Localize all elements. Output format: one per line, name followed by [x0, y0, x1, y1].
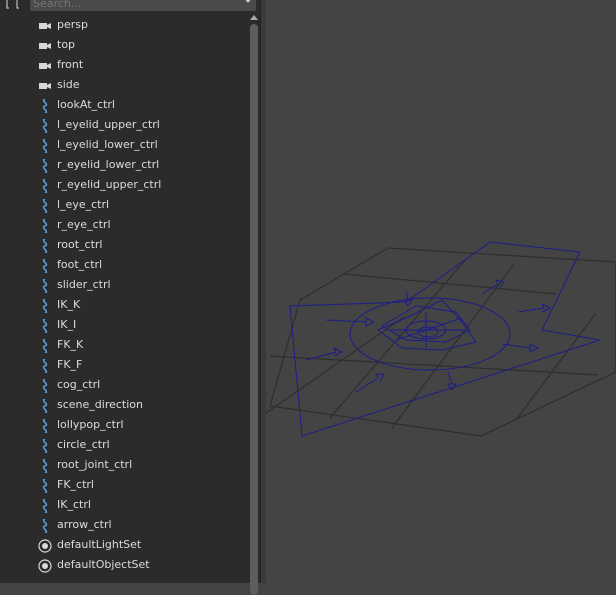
outliner-item[interactable]: slider_ctrl — [0, 275, 248, 295]
outliner-item-label: root_joint_ctrl — [57, 458, 133, 471]
outliner-item[interactable]: l_eyelid_lower_ctrl — [0, 135, 248, 155]
outliner-item[interactable]: r_eye_ctrl — [0, 215, 248, 235]
outliner-item[interactable]: l_eye_ctrl — [0, 195, 248, 215]
curve-icon — [38, 238, 52, 254]
camera-icon — [38, 38, 52, 52]
outliner-item-label: root_ctrl — [57, 238, 103, 251]
outliner-item[interactable]: defaultLightSet — [0, 535, 248, 555]
scrollbar[interactable] — [248, 12, 260, 595]
curve-icon — [38, 338, 52, 354]
outliner-item-label: defaultLightSet — [57, 538, 142, 551]
search-bar — [0, 0, 260, 12]
curve-icon — [38, 198, 52, 214]
outliner-item-label: slider_ctrl — [57, 278, 111, 291]
outliner-item[interactable]: IK_ctrl — [0, 495, 248, 515]
outliner-item[interactable]: arrow_ctrl — [0, 515, 248, 535]
outliner-item-label: r_eyelid_lower_ctrl — [57, 158, 160, 171]
scroll-thumb[interactable] — [250, 24, 258, 595]
chevron-down-icon[interactable] — [244, 0, 252, 3]
outliner-item-label: circle_ctrl — [57, 438, 110, 451]
outliner-item[interactable]: r_eyelid_upper_ctrl — [0, 175, 248, 195]
curve-icon — [38, 458, 52, 474]
outliner-item[interactable]: root_ctrl — [0, 235, 248, 255]
outliner-item[interactable]: root_joint_ctrl — [0, 455, 248, 475]
outliner-item[interactable]: FK_K — [0, 335, 248, 355]
outliner-list: persp top front side lookAt_ctrl l_eyelid_upp… — [0, 15, 248, 575]
outliner-item-label: side — [57, 78, 80, 91]
curve-icon — [38, 358, 52, 374]
outliner-item-label: l_eyelid_upper_ctrl — [57, 118, 160, 131]
outliner-item-label: FK_K — [57, 338, 84, 351]
viewport-canvas[interactable] — [266, 0, 616, 583]
filter-icon[interactable] — [6, 0, 20, 10]
outliner-item[interactable]: cog_ctrl — [0, 375, 248, 395]
outliner-item[interactable]: FK_F — [0, 355, 248, 375]
outliner-item[interactable]: persp — [0, 15, 248, 35]
outliner-item[interactable]: front — [0, 55, 248, 75]
set-icon — [38, 558, 52, 573]
outliner-item-label: scene_direction — [57, 398, 143, 411]
outliner-item-label: IK_ctrl — [57, 498, 91, 511]
outliner-item[interactable]: FK_ctrl — [0, 475, 248, 495]
outliner-item-label: l_eyelid_lower_ctrl — [57, 138, 158, 151]
outliner-item-label: cog_ctrl — [57, 378, 101, 391]
curve-icon — [38, 398, 52, 414]
outliner-item[interactable]: IK_I — [0, 315, 248, 335]
outliner-item-label: IK_K — [57, 298, 81, 311]
search-input[interactable] — [30, 0, 233, 10]
outliner-item-label: FK_ctrl — [57, 478, 94, 491]
outliner-item[interactable]: foot_ctrl — [0, 255, 248, 275]
outliner-item-label: arrow_ctrl — [57, 518, 112, 531]
curve-icon — [38, 118, 52, 134]
curve-icon — [38, 278, 52, 294]
outliner-item[interactable]: scene_direction — [0, 395, 248, 415]
curve-icon — [38, 98, 52, 114]
curve-icon — [38, 438, 52, 454]
set-icon — [38, 538, 52, 553]
curve-icon — [38, 138, 52, 154]
outliner-item[interactable]: IK_K — [0, 295, 248, 315]
curve-icon — [38, 218, 52, 234]
outliner-item-label: lollypop_ctrl — [57, 418, 124, 431]
curve-icon — [38, 178, 52, 194]
camera-icon — [38, 78, 52, 92]
outliner-item-label: foot_ctrl — [57, 258, 103, 271]
outliner-item[interactable]: r_eyelid_lower_ctrl — [0, 155, 248, 175]
outliner-item-label: top — [57, 38, 76, 51]
curve-icon — [38, 158, 52, 174]
curve-icon — [38, 318, 52, 334]
curve-icon — [38, 378, 52, 394]
curve-icon — [38, 498, 52, 514]
outliner-panel: persp top front side lookAt_ctrl l_eyelid_upp… — [0, 0, 260, 595]
outliner-item-label: persp — [57, 18, 88, 31]
curve-icon — [38, 518, 52, 534]
outliner-item-label: r_eye_ctrl — [57, 218, 111, 231]
curve-icon — [38, 418, 52, 434]
outliner-item-label: front — [57, 58, 84, 71]
outliner-item[interactable]: top — [0, 35, 248, 55]
camera-icon — [38, 58, 52, 72]
scroll-up-arrow[interactable] — [250, 15, 258, 20]
outliner-item[interactable]: l_eyelid_upper_ctrl — [0, 115, 248, 135]
outliner-item-label: IK_I — [57, 318, 77, 331]
outliner-item[interactable]: side — [0, 75, 248, 95]
outliner-item[interactable]: lookAt_ctrl — [0, 95, 248, 115]
search-field[interactable] — [30, 0, 256, 11]
outliner-item-label: l_eye_ctrl — [57, 198, 110, 211]
outliner-item-label: FK_F — [57, 358, 83, 371]
curve-icon — [38, 258, 52, 274]
outliner-item[interactable]: defaultObjectSet — [0, 555, 248, 575]
outliner-item[interactable]: lollypop_ctrl — [0, 415, 248, 435]
outliner-item[interactable]: circle_ctrl — [0, 435, 248, 455]
outliner-item-label: lookAt_ctrl — [57, 98, 115, 111]
outliner-item-label: defaultObjectSet — [57, 558, 150, 571]
rig-controls — [289, 241, 601, 437]
curve-icon — [38, 298, 52, 314]
camera-icon — [38, 18, 52, 32]
viewport-3d[interactable] — [266, 0, 616, 583]
curve-icon — [38, 478, 52, 494]
outliner-item-label: r_eyelid_upper_ctrl — [57, 178, 162, 191]
